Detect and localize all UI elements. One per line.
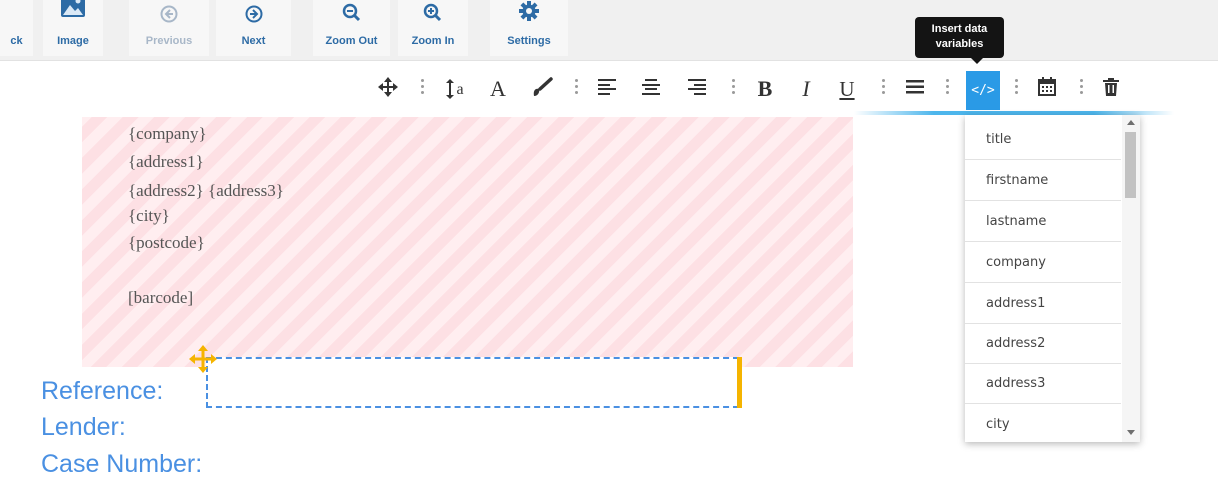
align-left-icon (598, 78, 616, 100)
bold-button[interactable]: B (754, 76, 776, 101)
address-line-company: {company} (128, 124, 207, 143)
toolbar-separator (1080, 79, 1083, 97)
lender-label: Lender: (41, 413, 126, 441)
insert-date-button[interactable] (1036, 77, 1058, 101)
trash-icon (1103, 77, 1119, 101)
calendar-icon (1038, 77, 1056, 101)
zoom-in-button-label: Zoom In (411, 35, 455, 47)
move-button[interactable] (377, 76, 399, 102)
scroll-up-arrow-icon[interactable] (1127, 120, 1135, 125)
reference-label: Reference: (41, 377, 164, 405)
resize-handle[interactable] (737, 357, 742, 408)
underline-glyph: U (839, 76, 855, 101)
font-style-glyph: A (490, 76, 506, 101)
previous-button[interactable]: Previous (129, 0, 209, 56)
toolbar-separator (575, 79, 578, 97)
paint-brush-button[interactable] (530, 76, 554, 102)
zoom-in-button[interactable]: Zoom In (398, 0, 468, 56)
next-button[interactable]: Next (216, 0, 291, 56)
font-style-button[interactable]: A (487, 76, 509, 101)
underline-button[interactable]: U (836, 76, 858, 101)
paint-brush-icon (531, 76, 553, 102)
align-right-icon (688, 78, 706, 100)
format-toolbar: a A B I U (0, 62, 1218, 114)
toolbar-separator (732, 79, 735, 97)
text-height-icon: a (446, 79, 464, 99)
insert-variables-button[interactable]: </> (966, 71, 1000, 110)
tooltip-line-1: Insert data (931, 23, 988, 35)
case-number-label: Case Number: (41, 450, 203, 478)
image-button-label: Image (57, 35, 89, 47)
address-line-address2-3: {address2} {address3} (128, 181, 284, 200)
tooltip-line-2: variables (935, 38, 984, 50)
arrow-right-circle-icon (245, 5, 263, 26)
line-spacing-button[interactable] (904, 78, 926, 100)
scrollbar-thumb[interactable] (1125, 132, 1136, 198)
address-line-barcode: [barcode] (128, 288, 194, 307)
toolbar-separator (946, 79, 949, 97)
zoom-out-button[interactable]: Zoom Out (313, 0, 390, 56)
zoom-in-icon (423, 3, 443, 26)
next-button-label: Next (241, 35, 266, 47)
variable-item-lastname[interactable]: lastname (965, 202, 1121, 242)
align-center-icon (642, 78, 660, 100)
back-button-label: ck (10, 35, 23, 47)
address-line-address1: {address1} (128, 152, 204, 171)
zoom-out-icon (342, 3, 362, 26)
variable-item-company[interactable]: company (965, 243, 1121, 283)
address-line-city: {city} (128, 206, 170, 225)
image-icon (60, 0, 86, 23)
address-line-postcode: {postcode} (128, 233, 205, 252)
dropdown-scrollbar[interactable] (1122, 115, 1140, 442)
scroll-down-arrow-icon[interactable] (1127, 430, 1135, 435)
settings-button-label: Settings (507, 35, 551, 47)
toolbar-separator (882, 79, 885, 97)
variable-item-address2[interactable]: address2 (965, 324, 1121, 364)
variable-item-title[interactable]: title (965, 120, 1121, 160)
settings-button[interactable]: Settings (490, 0, 568, 56)
toolbar-separator (421, 79, 424, 97)
italic-glyph: I (802, 76, 810, 101)
variable-item-address1[interactable]: address1 (965, 284, 1121, 324)
variable-item-city[interactable]: city (965, 405, 1121, 442)
variable-item-firstname[interactable]: firstname (965, 161, 1121, 201)
main-toolbar: ck Image Previous Next Zoom Out Zoom In (0, 0, 1218, 61)
align-left-button[interactable] (596, 78, 618, 100)
align-center-button[interactable] (640, 78, 662, 100)
variables-dropdown[interactable]: title firstname lastname company address… (965, 115, 1140, 442)
code-icon: </> (971, 83, 995, 98)
back-button[interactable]: ck (0, 0, 33, 56)
gear-icon (518, 0, 540, 25)
insert-variables-tooltip: Insert data variables (915, 17, 1004, 64)
align-right-button[interactable] (686, 78, 708, 100)
bars-icon (906, 79, 924, 99)
font-family-glyph: a (456, 81, 464, 98)
move-arrows-icon (378, 76, 398, 102)
font-family-button[interactable]: a (442, 78, 468, 100)
variable-item-address3[interactable]: address3 (965, 364, 1121, 404)
arrow-left-circle-icon (160, 5, 178, 26)
previous-button-label: Previous (145, 35, 193, 47)
move-handle-icon[interactable] (189, 345, 217, 378)
bold-glyph: B (757, 76, 773, 101)
reference-text-box[interactable] (206, 357, 739, 408)
image-button[interactable]: Image (43, 0, 103, 56)
delete-button[interactable] (1100, 77, 1122, 101)
toolbar-separator (1015, 79, 1018, 97)
italic-button[interactable]: I (795, 76, 817, 101)
zoom-out-button-label: Zoom Out (325, 35, 378, 47)
